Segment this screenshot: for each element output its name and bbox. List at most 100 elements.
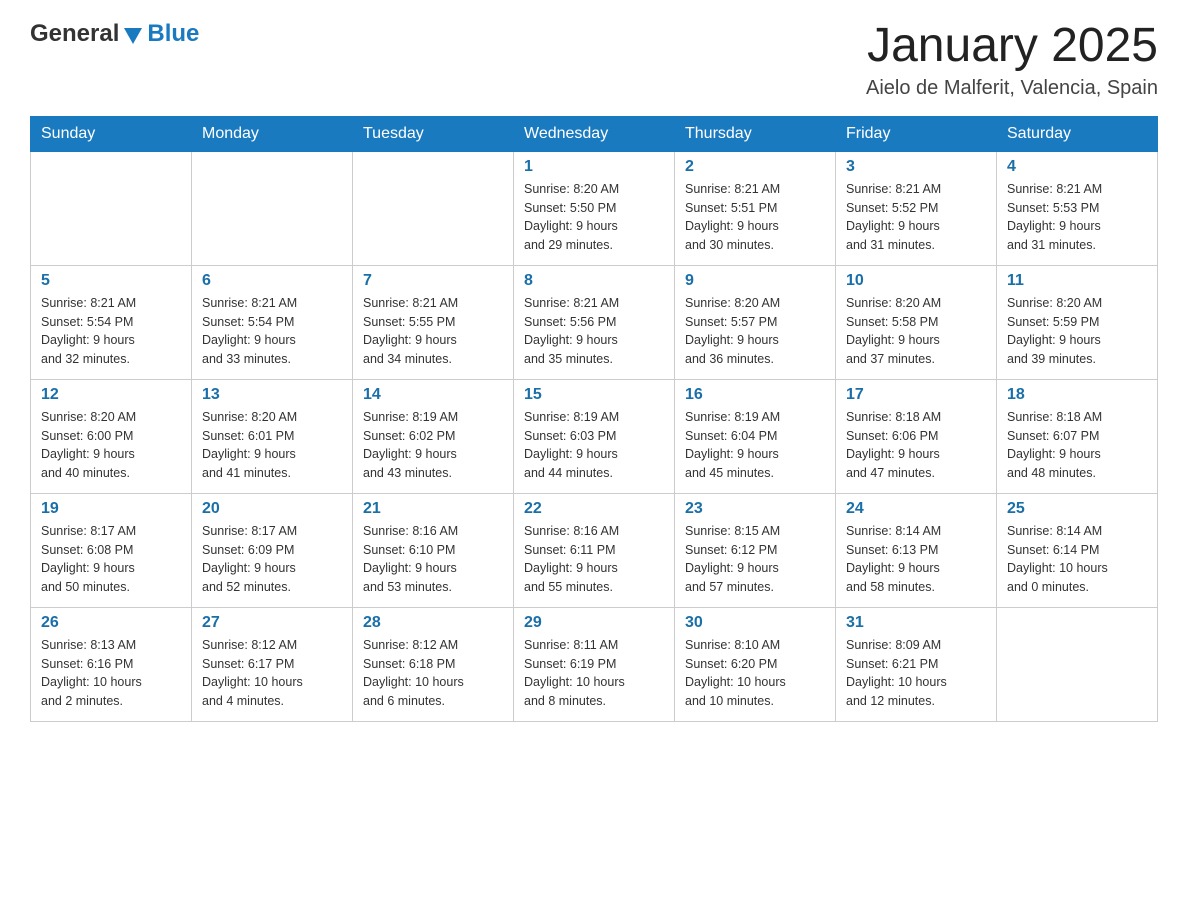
day-cell: 8 Sunrise: 8:21 AM Sunset: 5:56 PM Daylig… — [514, 265, 675, 379]
day-number: 1 — [524, 158, 664, 176]
day-info: Sunrise: 8:17 AM Sunset: 6:09 PM Dayligh… — [202, 522, 342, 597]
day-info: Sunrise: 8:16 AM Sunset: 6:10 PM Dayligh… — [363, 522, 503, 597]
week-row-2: 5 Sunrise: 8:21 AM Sunset: 5:54 PM Daylig… — [31, 265, 1158, 379]
day-cell: 25Sunrise: 8:14 AM Sunset: 6:14 PM Dayli… — [997, 493, 1158, 607]
day-number: 30 — [685, 614, 825, 632]
day-cell: 19Sunrise: 8:17 AM Sunset: 6:08 PM Dayli… — [31, 493, 192, 607]
day-cell: 9 Sunrise: 8:20 AM Sunset: 5:57 PM Daylig… — [675, 265, 836, 379]
logo-text-blue: Blue — [147, 20, 199, 48]
day-number: 31 — [846, 614, 986, 632]
day-cell: 17 Sunrise: 8:18 AM Sunset: 6:06 PM Dayli… — [836, 379, 997, 493]
day-info: Sunrise: 8:21 AM Sunset: 5:54 PM Dayligh… — [202, 294, 342, 369]
day-info: Sunrise: 8:19 AM Sunset: 6:03 PM Dayligh… — [524, 408, 664, 483]
logo-arrow-icon — [124, 24, 142, 44]
day-cell: 21 Sunrise: 8:16 AM Sunset: 6:10 PM Dayli… — [353, 493, 514, 607]
day-number: 8 — [524, 272, 664, 290]
month-title: January 2025 — [866, 20, 1158, 73]
week-row-1: 1Sunrise: 8:20 AM Sunset: 5:50 PM Daylig… — [31, 151, 1158, 265]
weekday-header-saturday: Saturday — [997, 116, 1158, 151]
day-info: Sunrise: 8:21 AM Sunset: 5:51 PM Dayligh… — [685, 180, 825, 255]
day-cell: 22 Sunrise: 8:16 AM Sunset: 6:11 PM Dayli… — [514, 493, 675, 607]
day-info: Sunrise: 8:20 AM Sunset: 5:57 PM Dayligh… — [685, 294, 825, 369]
day-cell: 1Sunrise: 8:20 AM Sunset: 5:50 PM Daylig… — [514, 151, 675, 265]
day-cell: 7Sunrise: 8:21 AM Sunset: 5:55 PM Daylig… — [353, 265, 514, 379]
day-info: Sunrise: 8:09 AM Sunset: 6:21 PM Dayligh… — [846, 636, 986, 711]
day-number: 11 — [1007, 272, 1147, 290]
day-info: Sunrise: 8:10 AM Sunset: 6:20 PM Dayligh… — [685, 636, 825, 711]
day-number: 28 — [363, 614, 503, 632]
day-info: Sunrise: 8:12 AM Sunset: 6:17 PM Dayligh… — [202, 636, 342, 711]
day-number: 22 — [524, 500, 664, 518]
day-number: 13 — [202, 386, 342, 404]
day-cell: 29Sunrise: 8:11 AM Sunset: 6:19 PM Dayli… — [514, 607, 675, 721]
day-info: Sunrise: 8:11 AM Sunset: 6:19 PM Dayligh… — [524, 636, 664, 711]
day-number: 18 — [1007, 386, 1147, 404]
day-cell: 2Sunrise: 8:21 AM Sunset: 5:51 PM Daylig… — [675, 151, 836, 265]
logo-text-general: General — [30, 20, 119, 48]
day-cell — [192, 151, 353, 265]
day-number: 24 — [846, 500, 986, 518]
weekday-header-tuesday: Tuesday — [353, 116, 514, 151]
day-number: 16 — [685, 386, 825, 404]
day-number: 12 — [41, 386, 181, 404]
day-cell: 11 Sunrise: 8:20 AM Sunset: 5:59 PM Dayli… — [997, 265, 1158, 379]
day-number: 20 — [202, 500, 342, 518]
day-number: 14 — [363, 386, 503, 404]
day-info: Sunrise: 8:21 AM Sunset: 5:55 PM Dayligh… — [363, 294, 503, 369]
day-number: 21 — [363, 500, 503, 518]
day-cell: 26 Sunrise: 8:13 AM Sunset: 6:16 PM Dayli… — [31, 607, 192, 721]
weekday-header-sunday: Sunday — [31, 116, 192, 151]
week-row-4: 19Sunrise: 8:17 AM Sunset: 6:08 PM Dayli… — [31, 493, 1158, 607]
day-cell: 4Sunrise: 8:21 AM Sunset: 5:53 PM Daylig… — [997, 151, 1158, 265]
day-info: Sunrise: 8:18 AM Sunset: 6:07 PM Dayligh… — [1007, 408, 1147, 483]
day-number: 23 — [685, 500, 825, 518]
day-number: 9 — [685, 272, 825, 290]
week-row-5: 26 Sunrise: 8:13 AM Sunset: 6:16 PM Dayli… — [31, 607, 1158, 721]
day-number: 6 — [202, 272, 342, 290]
title-section: January 2025 Aielo de Malferit, Valencia… — [866, 20, 1158, 100]
day-info: Sunrise: 8:13 AM Sunset: 6:16 PM Dayligh… — [41, 636, 181, 711]
day-cell: 15Sunrise: 8:19 AM Sunset: 6:03 PM Dayli… — [514, 379, 675, 493]
day-cell: 14 Sunrise: 8:19 AM Sunset: 6:02 PM Dayli… — [353, 379, 514, 493]
day-cell — [31, 151, 192, 265]
day-cell: 13 Sunrise: 8:20 AM Sunset: 6:01 PM Dayli… — [192, 379, 353, 493]
day-number: 19 — [41, 500, 181, 518]
week-row-3: 12 Sunrise: 8:20 AM Sunset: 6:00 PM Dayli… — [31, 379, 1158, 493]
weekday-header-monday: Monday — [192, 116, 353, 151]
calendar-table: SundayMondayTuesdayWednesdayThursdayFrid… — [30, 116, 1158, 722]
weekday-header-thursday: Thursday — [675, 116, 836, 151]
day-info: Sunrise: 8:20 AM Sunset: 5:59 PM Dayligh… — [1007, 294, 1147, 369]
day-number: 26 — [41, 614, 181, 632]
day-info: Sunrise: 8:21 AM Sunset: 5:52 PM Dayligh… — [846, 180, 986, 255]
day-info: Sunrise: 8:20 AM Sunset: 6:00 PM Dayligh… — [41, 408, 181, 483]
day-cell: 18 Sunrise: 8:18 AM Sunset: 6:07 PM Dayli… — [997, 379, 1158, 493]
day-info: Sunrise: 8:16 AM Sunset: 6:11 PM Dayligh… — [524, 522, 664, 597]
day-cell: 10Sunrise: 8:20 AM Sunset: 5:58 PM Dayli… — [836, 265, 997, 379]
weekday-header-row: SundayMondayTuesdayWednesdayThursdayFrid… — [31, 116, 1158, 151]
day-cell: 27 Sunrise: 8:12 AM Sunset: 6:17 PM Dayli… — [192, 607, 353, 721]
day-cell: 28Sunrise: 8:12 AM Sunset: 6:18 PM Dayli… — [353, 607, 514, 721]
day-cell: 24 Sunrise: 8:14 AM Sunset: 6:13 PM Dayli… — [836, 493, 997, 607]
day-number: 5 — [41, 272, 181, 290]
day-info: Sunrise: 8:21 AM Sunset: 5:53 PM Dayligh… — [1007, 180, 1147, 255]
day-cell: 31 Sunrise: 8:09 AM Sunset: 6:21 PM Dayli… — [836, 607, 997, 721]
day-info: Sunrise: 8:19 AM Sunset: 6:02 PM Dayligh… — [363, 408, 503, 483]
day-number: 17 — [846, 386, 986, 404]
day-info: Sunrise: 8:20 AM Sunset: 6:01 PM Dayligh… — [202, 408, 342, 483]
day-info: Sunrise: 8:21 AM Sunset: 5:56 PM Dayligh… — [524, 294, 664, 369]
day-cell: 5 Sunrise: 8:21 AM Sunset: 5:54 PM Daylig… — [31, 265, 192, 379]
day-info: Sunrise: 8:15 AM Sunset: 6:12 PM Dayligh… — [685, 522, 825, 597]
day-number: 27 — [202, 614, 342, 632]
day-info: Sunrise: 8:20 AM Sunset: 5:58 PM Dayligh… — [846, 294, 986, 369]
day-number: 25 — [1007, 500, 1147, 518]
day-cell: 30 Sunrise: 8:10 AM Sunset: 6:20 PM Dayli… — [675, 607, 836, 721]
day-cell: 12 Sunrise: 8:20 AM Sunset: 6:00 PM Dayli… — [31, 379, 192, 493]
day-info: Sunrise: 8:14 AM Sunset: 6:13 PM Dayligh… — [846, 522, 986, 597]
day-cell: 6 Sunrise: 8:21 AM Sunset: 5:54 PM Daylig… — [192, 265, 353, 379]
day-cell — [353, 151, 514, 265]
day-cell — [997, 607, 1158, 721]
day-info: Sunrise: 8:18 AM Sunset: 6:06 PM Dayligh… — [846, 408, 986, 483]
day-info: Sunrise: 8:21 AM Sunset: 5:54 PM Dayligh… — [41, 294, 181, 369]
logo: General Blue — [30, 20, 199, 48]
weekday-header-wednesday: Wednesday — [514, 116, 675, 151]
